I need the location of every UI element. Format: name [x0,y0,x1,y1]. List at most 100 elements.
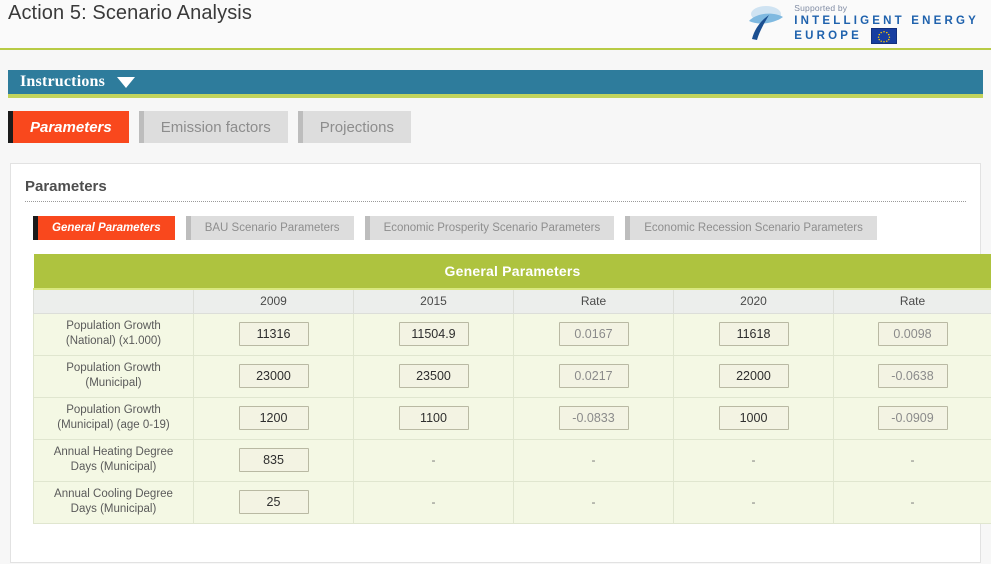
logo-line-1: INTELLIGENT ENERGY [794,15,979,27]
row-label-line-1: Annual Cooling Degree [54,488,173,501]
cell-2015: - [353,438,514,482]
row-label: Population Growth (Municipal) [33,354,194,398]
input-2009[interactable]: 23000 [238,364,309,388]
cell-rate-2: -0.0638 [833,354,991,398]
row-label-line-2: Days (Municipal) [70,503,157,515]
input-2009[interactable]: 25 [238,490,309,514]
cell-2015: 23500 [353,354,514,398]
table-row: Annual Heating Degree Days (Municipal) 8… [33,438,991,482]
column-header-rate-2: Rate [833,288,991,314]
tab-projections-label: Projections [319,118,394,136]
input-2020[interactable]: 11618 [718,322,789,346]
logo-line-2: EUROPE [794,30,863,43]
instructions-label: Instructions [20,73,106,90]
cell-2020: - [673,438,834,482]
row-label: Annual Heating Degree Days (Municipal) [33,438,194,482]
cell-2020: 22000 [673,354,834,398]
page-header: Action 5: Scenario Analysis Supported by… [0,0,991,50]
input-rate-2: -0.0909 [877,406,948,430]
input-2015[interactable]: 11504.9 [398,322,469,346]
tab-parameters[interactable]: Parameters [8,111,129,143]
cell-2009: 1200 [193,396,354,440]
page-section-heading: Parameters [25,178,966,202]
eu-flag-icon [871,28,898,45]
subtab-economic-recession-label: Economic Recession Scenario Parameters [644,222,863,234]
cell-rate-1: - [513,438,674,482]
cell-2020: - [673,480,834,524]
iee-logo: Supported by INTELLIGENT ENERGY EUROPE [745,1,979,45]
value-placeholder: - [591,453,596,467]
main-tab-bar: Parameters Emission factors Projections [0,98,991,143]
row-label-line-1: Population Growth [66,362,161,375]
tab-emission-factors[interactable]: Emission factors [138,111,288,143]
leaf-swoosh-icon [745,1,787,41]
row-label-line-2: (Municipal) (age 0-19) [57,419,170,431]
row-label-line-1: Annual Heating Degree [53,446,174,459]
cell-2015: 1100 [353,396,514,440]
subtab-economic-prosperity-scenario-parameters[interactable]: Economic Prosperity Scenario Parameters [364,216,615,240]
input-2009[interactable]: 11316 [238,322,309,346]
general-parameters-table: General Parameters 2009 2015 Rate 2020 R… [33,254,991,524]
input-rate-1: 0.0167 [558,322,629,346]
cell-rate-1: - [513,480,674,524]
value-placeholder: - [431,453,436,467]
row-label-line-1: Population Growth [66,404,161,417]
table-band-title: General Parameters [33,254,991,290]
cell-2009: 25 [193,480,354,524]
input-2015[interactable]: 1100 [398,406,469,430]
row-label-line-2: (Municipal) [85,377,142,389]
sub-tab-bar: General Parameters BAU Scenario Paramete… [25,202,966,240]
cell-rate-2: -0.0909 [833,396,991,440]
input-rate-1: 0.0217 [558,364,629,388]
logo-supported-by: Supported by [794,3,848,13]
input-2009[interactable]: 1200 [238,406,309,430]
row-label-line-1: Population Growth [66,320,161,333]
cell-rate-1: 0.0217 [513,354,674,398]
input-2020[interactable]: 22000 [718,364,789,388]
column-header-2015: 2015 [353,288,514,314]
tab-projections[interactable]: Projections [297,111,411,143]
chevron-down-icon[interactable] [117,76,136,88]
cell-rate-1: -0.0833 [513,396,674,440]
cell-rate-2: - [833,480,991,524]
table-row: Population Growth (Municipal) 23000 2350… [33,354,991,398]
value-placeholder: - [910,453,915,467]
tab-parameters-label: Parameters [30,118,112,136]
instructions-bar[interactable]: Instructions [8,70,983,98]
value-placeholder: - [591,495,596,509]
row-label-line-2: (National) (x1.000) [65,335,162,347]
cell-2015: - [353,480,514,524]
cell-2020: 1000 [673,396,834,440]
subtab-economic-recession-scenario-parameters[interactable]: Economic Recession Scenario Parameters [625,216,877,240]
subtab-bau-scenario-parameters-label: BAU Scenario Parameters [204,222,340,234]
parameters-card: Parameters General Parameters BAU Scenar… [10,163,991,563]
row-label: Population Growth (Municipal) (age 0-19) [33,396,194,440]
tab-emission-factors-label: Emission factors [160,118,271,136]
input-rate-2: -0.0638 [877,364,948,388]
column-header-2020: 2020 [673,288,834,314]
column-header-blank [33,288,194,314]
row-label: Population Growth (National) (x1.000) [33,312,194,356]
page-title: Action 5: Scenario Analysis [8,2,252,24]
cell-2015: 11504.9 [353,312,514,356]
subtab-bau-scenario-parameters[interactable]: BAU Scenario Parameters [185,216,354,240]
input-2020[interactable]: 1000 [718,406,789,430]
input-2009[interactable]: 835 [238,448,309,472]
row-label-line-2: Days (Municipal) [70,461,157,473]
column-header-rate-1: Rate [513,288,674,314]
table-row: Annual Cooling Degree Days (Municipal) 2… [33,480,991,524]
cell-rate-2: 0.0098 [833,312,991,356]
input-rate-1: -0.0833 [558,406,629,430]
row-label: Annual Cooling Degree Days (Municipal) [33,480,194,524]
subtab-economic-prosperity-label: Economic Prosperity Scenario Parameters [383,222,601,234]
subtab-general-parameters[interactable]: General Parameters [33,216,175,240]
cell-2009: 11316 [193,312,354,356]
input-2015[interactable]: 23500 [398,364,469,388]
value-placeholder: - [910,495,915,509]
table-row: Population Growth (Municipal) (age 0-19)… [33,396,991,440]
cell-2009: 23000 [193,354,354,398]
cell-2009: 835 [193,438,354,482]
value-placeholder: - [751,453,756,467]
cell-rate-2: - [833,438,991,482]
input-rate-2: 0.0098 [877,322,948,346]
